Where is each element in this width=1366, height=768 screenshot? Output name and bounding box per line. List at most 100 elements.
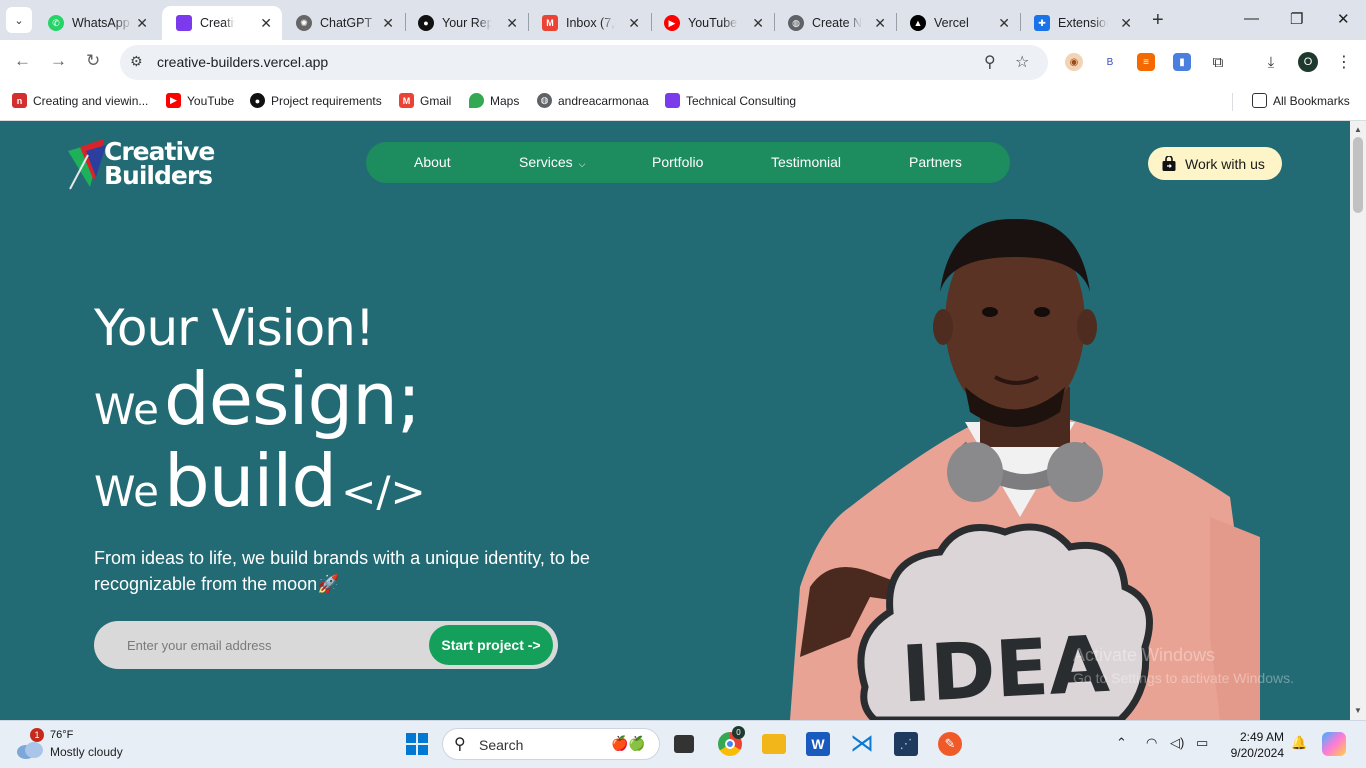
taskbar-search[interactable]: ⚲ Search 🍎🍏 (442, 728, 660, 760)
folder-icon (1252, 93, 1267, 108)
cloud-icon (17, 742, 43, 759)
extension-icon[interactable]: ▮ (1173, 53, 1191, 71)
windows-taskbar: 1 76°F Mostly cloudy ⚲ Search 🍎🍏 0 W ⋊ ⋰… (0, 720, 1366, 768)
tab-github-repos[interactable]: ● Your Repositories ✕ (404, 6, 528, 40)
scroll-up-icon[interactable]: ▲ (1354, 125, 1362, 134)
close-tab-icon[interactable]: ✕ (998, 15, 1010, 32)
bookmark-item[interactable]: ● Project requirements (250, 93, 382, 108)
bookmark-item[interactable]: Maps (469, 93, 519, 108)
minimize-icon[interactable]: — (1244, 10, 1259, 27)
vscode-icon[interactable]: ⋊ (850, 732, 874, 756)
tab-chatgpt[interactable]: ✺ ChatGPT ✕ (282, 6, 404, 40)
tab-creative-builders[interactable]: Creative Builders ✕ (162, 6, 282, 40)
bookmark-item[interactable]: Technical Consulting (665, 93, 796, 108)
star-icon[interactable]: ☆ (1015, 52, 1029, 72)
new-tab-button[interactable]: + (1152, 10, 1164, 30)
postman-icon[interactable]: ✎ (938, 732, 962, 756)
scroll-thumb[interactable] (1353, 137, 1363, 213)
page-viewport: Creative Builders About Services ⌵ Portf… (0, 121, 1350, 720)
task-view-icon[interactable] (674, 735, 694, 753)
tab-whatsapp[interactable]: ✆ WhatsApp ✕ (34, 6, 158, 40)
volume-icon[interactable]: ◁) (1170, 735, 1184, 751)
battery-icon[interactable]: ▭ (1196, 735, 1208, 751)
email-signup-form: Start project -> (94, 621, 558, 669)
maps-icon (469, 93, 484, 108)
site-logo[interactable]: Creative Builders (66, 135, 236, 191)
reload-icon[interactable]: ↻ (86, 51, 100, 71)
hero-line-design: We design; (94, 357, 421, 441)
tab-create-new[interactable]: ◍ Create New ✕ (774, 6, 896, 40)
close-tab-icon[interactable]: ✕ (752, 15, 764, 32)
notification-badge: 1 (30, 728, 44, 742)
close-tab-icon[interactable]: ✕ (874, 15, 886, 32)
search-icon: ⚲ (454, 736, 466, 753)
tab-youtube[interactable]: ▶ YouTube ✕ (650, 6, 774, 40)
bookmark-item[interactable]: M Gmail (399, 93, 451, 108)
youtube-icon: ▶ (166, 93, 181, 108)
close-tab-icon[interactable]: ✕ (382, 15, 394, 32)
file-explorer-icon[interactable] (762, 734, 786, 754)
copilot-icon[interactable] (1322, 732, 1346, 756)
chevron-up-icon[interactable]: ⌃ (1116, 735, 1127, 751)
close-window-icon[interactable]: ✕ (1337, 10, 1350, 28)
nav-testimonial[interactable]: Testimonial (771, 154, 841, 170)
site-info-icon[interactable]: ⚙ (130, 53, 143, 70)
work-with-us-button[interactable]: Work with us (1148, 147, 1282, 180)
tab-gmail-inbox[interactable]: M Inbox (7,8 ✕ (528, 6, 650, 40)
nav-portfolio[interactable]: Portfolio (652, 154, 703, 170)
terminal-app-icon[interactable]: ⋰ (894, 732, 918, 756)
extension-icon[interactable]: ◉ (1065, 53, 1083, 71)
url-text[interactable]: creative-builders.vercel.app (157, 54, 328, 70)
tab-strip: ⌄ ✆ WhatsApp ✕ Creative Builders ✕ ✺ Cha… (0, 0, 1366, 40)
forward-icon[interactable]: → (50, 51, 67, 71)
close-tab-icon[interactable]: ✕ (1120, 15, 1132, 32)
tab-vercel[interactable]: ▲ Vercel ✕ (896, 6, 1020, 40)
hero-line-build: We build </> (94, 439, 426, 523)
chatgpt-icon: ✺ (296, 15, 312, 31)
close-tab-icon[interactable]: ✕ (260, 15, 272, 32)
bookmark-item[interactable]: ◍ andreacarmonaa (537, 93, 649, 108)
download-icon[interactable]: ⤓ (1262, 53, 1280, 71)
close-tab-icon[interactable]: ✕ (506, 15, 518, 32)
search-highlight-icon: 🍎🍏 (611, 735, 646, 751)
start-project-button[interactable]: Start project -> (429, 625, 553, 665)
bookmark-item[interactable]: ▶ YouTube (166, 93, 234, 108)
gmail-icon: M (399, 93, 414, 108)
chevron-down-icon: ⌵ (578, 159, 586, 169)
notification-bell-icon[interactable]: 🔔 (1291, 735, 1307, 751)
creative-builders-icon (665, 93, 680, 108)
creative-builders-icon (176, 15, 192, 31)
hero-line-vision: Your Vision! (94, 299, 375, 357)
email-input[interactable] (94, 621, 424, 669)
tab-search-button[interactable]: ⌄ (6, 7, 32, 33)
nav-about[interactable]: About (414, 154, 451, 170)
page-scrollbar[interactable]: ▲ ▼ (1350, 121, 1366, 720)
globe-icon: ◍ (537, 93, 552, 108)
briefcase-icon (1162, 155, 1176, 171)
nav-partners[interactable]: Partners (909, 154, 962, 170)
profile-avatar[interactable]: O (1298, 52, 1318, 72)
bookmark-item[interactable]: n Creating and viewin... (12, 93, 148, 108)
close-tab-icon[interactable]: ✕ (136, 15, 148, 32)
tab-extensions[interactable]: ✚ Extensions ✕ (1020, 6, 1142, 40)
activate-windows-watermark: Activate Windows Go to Settings to activ… (1073, 645, 1294, 686)
extension-icon[interactable]: ≡ (1137, 53, 1155, 71)
back-icon[interactable]: ← (14, 51, 31, 71)
extensions-puzzle-icon[interactable]: ⧉ (1209, 53, 1227, 71)
chrome-badge: 0 (732, 726, 745, 739)
address-bar[interactable]: ⚙ creative-builders.vercel.app ⚲ ☆ (120, 45, 1048, 80)
zoom-icon[interactable]: ⚲ (984, 52, 996, 72)
nav-services[interactable]: Services ⌵ (519, 154, 585, 170)
bookmark-red-icon: n (12, 93, 27, 108)
scroll-down-icon[interactable]: ▼ (1354, 706, 1362, 715)
all-bookmarks[interactable]: All Bookmarks (1252, 93, 1350, 108)
close-tab-icon[interactable]: ✕ (628, 15, 640, 32)
wifi-icon[interactable]: ◠ (1146, 735, 1157, 751)
extension-b-icon[interactable]: B (1101, 53, 1119, 71)
menu-kebab-icon[interactable]: ⋮ (1335, 53, 1353, 71)
restore-icon[interactable]: ❐ (1290, 10, 1303, 28)
chrome-icon[interactable]: 0 (718, 726, 745, 756)
windows-start-icon[interactable] (405, 732, 429, 756)
word-icon[interactable]: W (806, 732, 830, 756)
taskbar-clock[interactable]: 2:49 AM 9/20/2024 (1228, 729, 1284, 761)
